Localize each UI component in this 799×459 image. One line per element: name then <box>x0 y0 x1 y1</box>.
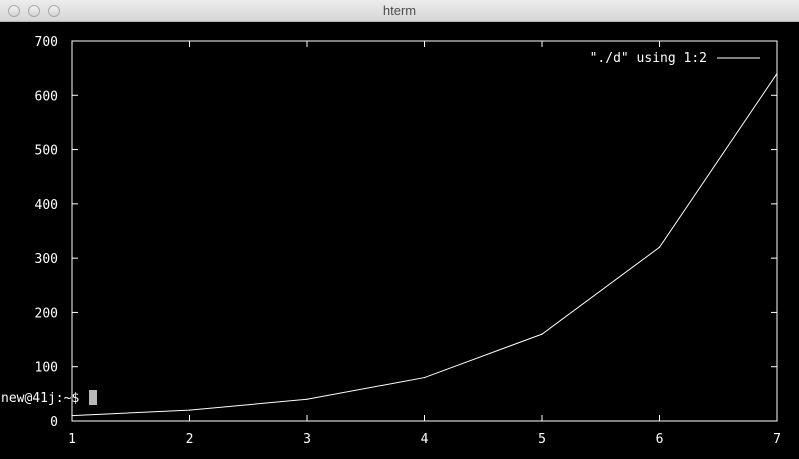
x-tick-label: 3 <box>303 432 311 447</box>
plot-frame <box>71 40 778 422</box>
text-cursor <box>89 390 97 405</box>
y-tick-label: 600 <box>35 89 58 104</box>
terminal-window: hterm 0 100 200 300 400 500 600 700 1 2 3 4 5 6 7 "./d"… <box>0 0 799 459</box>
y-tick-label: 300 <box>35 252 58 267</box>
data-point <box>306 398 308 400</box>
title-bar[interactable]: hterm <box>0 0 799 22</box>
x-tick-label: 5 <box>538 432 546 447</box>
data-point <box>776 72 778 75</box>
legend-label: "./d" using 1:2 <box>590 51 707 66</box>
data-point <box>541 333 543 335</box>
y-tick-label: 700 <box>35 35 58 50</box>
data-point <box>423 376 426 379</box>
data-point <box>188 409 191 411</box>
y-tick-label: 200 <box>35 306 58 321</box>
data-point <box>71 414 73 417</box>
y-tick-label: 100 <box>35 361 58 376</box>
data-point <box>658 246 661 248</box>
x-tick-label: 7 <box>773 432 781 447</box>
x-tick-label: 1 <box>68 432 76 447</box>
x-tick-label: 2 <box>186 432 194 447</box>
series-line <box>71 73 778 417</box>
shell-prompt: new@41j:~$ <box>1 391 88 406</box>
gnuplot-chart: 0 100 200 300 400 500 600 700 1 2 3 4 5 6 7 "./d" using… <box>35 35 781 447</box>
x-tick-label: 4 <box>421 432 429 447</box>
terminal-area[interactable]: 0 100 200 300 400 500 600 700 1 2 3 4 5 6 7 "./d" using… <box>0 22 799 459</box>
y-tick-label: 400 <box>35 198 58 213</box>
x-tick-label: 6 <box>656 432 664 447</box>
y-tick-label: 500 <box>35 144 58 159</box>
window-title: hterm <box>382 3 417 18</box>
y-tick-label: 0 <box>50 415 58 430</box>
